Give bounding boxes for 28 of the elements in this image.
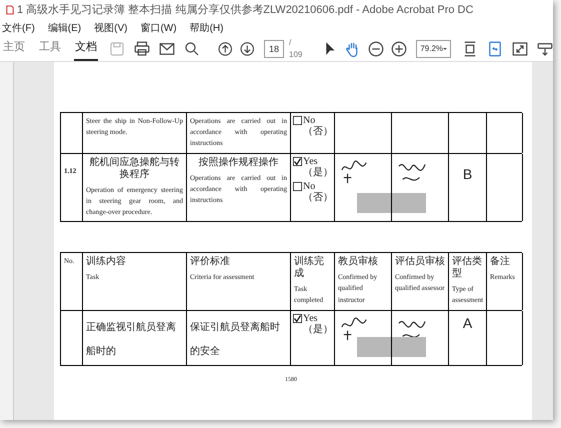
menu-item[interactable]: 编辑(E) xyxy=(48,20,82,36)
checkbox-option: No（否） xyxy=(303,180,333,203)
menu-item[interactable]: 文件(F) xyxy=(2,20,35,36)
column-heading: 评估类型 xyxy=(452,256,483,280)
checkbox-option: No（否） xyxy=(303,115,333,137)
column-heading: 教员审核 xyxy=(338,256,379,268)
column-heading: 备注 xyxy=(490,256,511,268)
zoom-dropdown[interactable]: 79.2% xyxy=(416,40,452,58)
column-heading: 训练内容 xyxy=(86,256,127,268)
page-count: / 109 xyxy=(289,36,304,60)
checkbox-option: Yes（是） xyxy=(303,312,333,334)
column-heading: 训练完成 xyxy=(294,256,325,280)
window-title: 1 高级水手见习记录簿 整本扫描 纯属分享仅供参考ZLW20210606.pdf - Adobe Acrobat Pro DC xyxy=(17,2,474,18)
nav-tab[interactable]: 工具 xyxy=(38,36,62,61)
column-heading: 评价标准 xyxy=(190,256,231,268)
checkbox-option: Yes（是） xyxy=(303,156,333,178)
cell-text: 正确监视引航员登离船时的 xyxy=(86,322,176,356)
cell-text: 保证引航员登离船时的安全 xyxy=(190,322,280,356)
cell-text: B xyxy=(462,164,472,184)
page-number-field[interactable]: 18 xyxy=(264,40,284,58)
menu-item[interactable]: 视图(V) xyxy=(94,20,128,36)
column-heading: 评估员审核 xyxy=(395,256,445,268)
menu-item[interactable]: 帮助(H) xyxy=(190,20,224,36)
nav-tab[interactable]: 主页 xyxy=(2,36,26,61)
cell-text: 按照操作规程操作 xyxy=(198,156,280,169)
cell-text: A xyxy=(462,314,472,332)
menu-item[interactable]: 窗口(W) xyxy=(140,20,177,36)
cell-text: 舵机间应急操舵与转换程序 xyxy=(88,156,180,181)
